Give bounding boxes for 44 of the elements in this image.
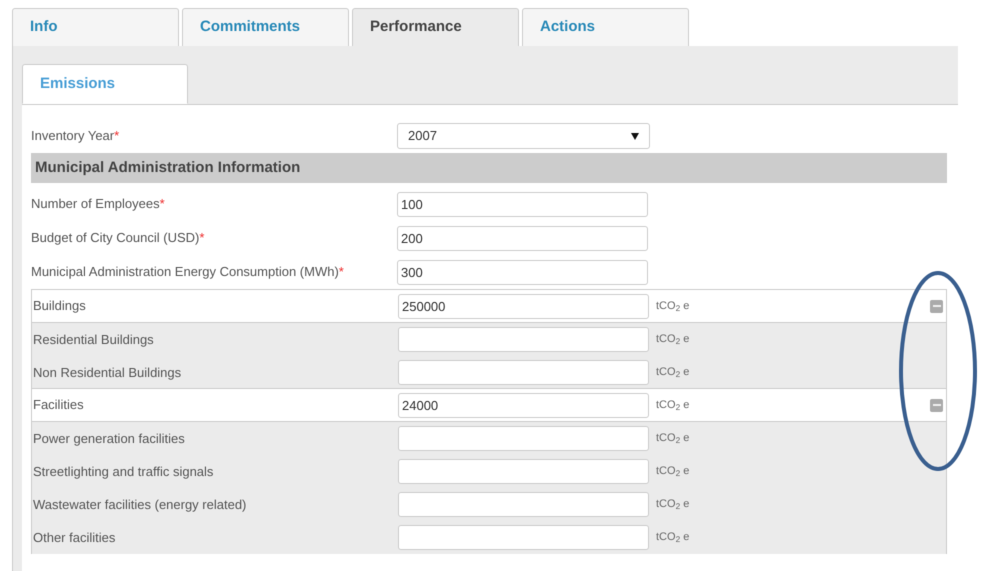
field-label: Buildings — [33, 298, 86, 313]
field-label: Non Residential Buildings — [33, 364, 182, 380]
input-field[interactable] — [398, 525, 649, 550]
field-label: Number of Employees — [31, 196, 160, 211]
collapse-icon[interactable] — [930, 300, 943, 312]
tab[interactable]: Actions — [522, 8, 689, 46]
unit-label: tCO$_{2}$ e — [656, 530, 690, 546]
tab[interactable]: Commitments — [182, 8, 349, 46]
field-label: Residential Buildings — [33, 332, 154, 346]
unit-label: tCO$_{2}$ e — [656, 464, 690, 480]
input-field[interactable] — [398, 459, 649, 484]
field-label: Municipal Administration Energy Consumption (MWh) — [31, 264, 339, 279]
input-field[interactable] — [398, 327, 649, 352]
required-mark: * — [160, 196, 165, 211]
required-mark: * — [338, 264, 344, 279]
unit-label: tCO$_{2}$ e — [656, 365, 690, 381]
field-label: Power generation facilities — [33, 430, 185, 446]
input-field[interactable] — [398, 360, 649, 385]
field-label: Facilities — [33, 397, 84, 412]
year-select[interactable]: 2007 — [397, 123, 650, 149]
field-label: Streetlighting and traffic signals — [33, 464, 214, 478]
collapse-icon[interactable] — [930, 398, 943, 412]
section-header: Municipal Administration Information — [31, 153, 947, 183]
required-mark: * — [114, 128, 120, 143]
input-field[interactable] — [398, 492, 649, 517]
unit-label: tCO$_{2}$ e — [656, 332, 690, 348]
unit-label: tCO$_{2}$ e — [656, 431, 690, 447]
input-field[interactable]: 250000 — [398, 294, 649, 318]
input-field[interactable]: 100 — [397, 192, 648, 216]
unit-label: tCO$_{2}$ e — [656, 398, 690, 414]
input-field[interactable] — [398, 426, 649, 451]
tab[interactable]: Performance — [352, 8, 519, 46]
input-field[interactable]: 24000 — [398, 392, 649, 418]
tab[interactable]: Info — [12, 8, 179, 46]
field-label: Inventory Year — [31, 128, 114, 143]
required-mark: * — [199, 230, 204, 245]
field-label: Budget of City Council (USD) — [31, 230, 200, 245]
input-field[interactable]: 300 — [397, 260, 648, 284]
unit-label: tCO$_{2}$ e — [656, 497, 690, 513]
dropdown-arrow-icon — [631, 132, 639, 140]
field-label: Other facilities — [33, 530, 116, 544]
field-label: Wastewater facilities (energy related) — [33, 496, 246, 512]
input-field[interactable]: 200 — [397, 226, 648, 250]
unit-label: tCO$_{2}$ e — [656, 298, 690, 314]
